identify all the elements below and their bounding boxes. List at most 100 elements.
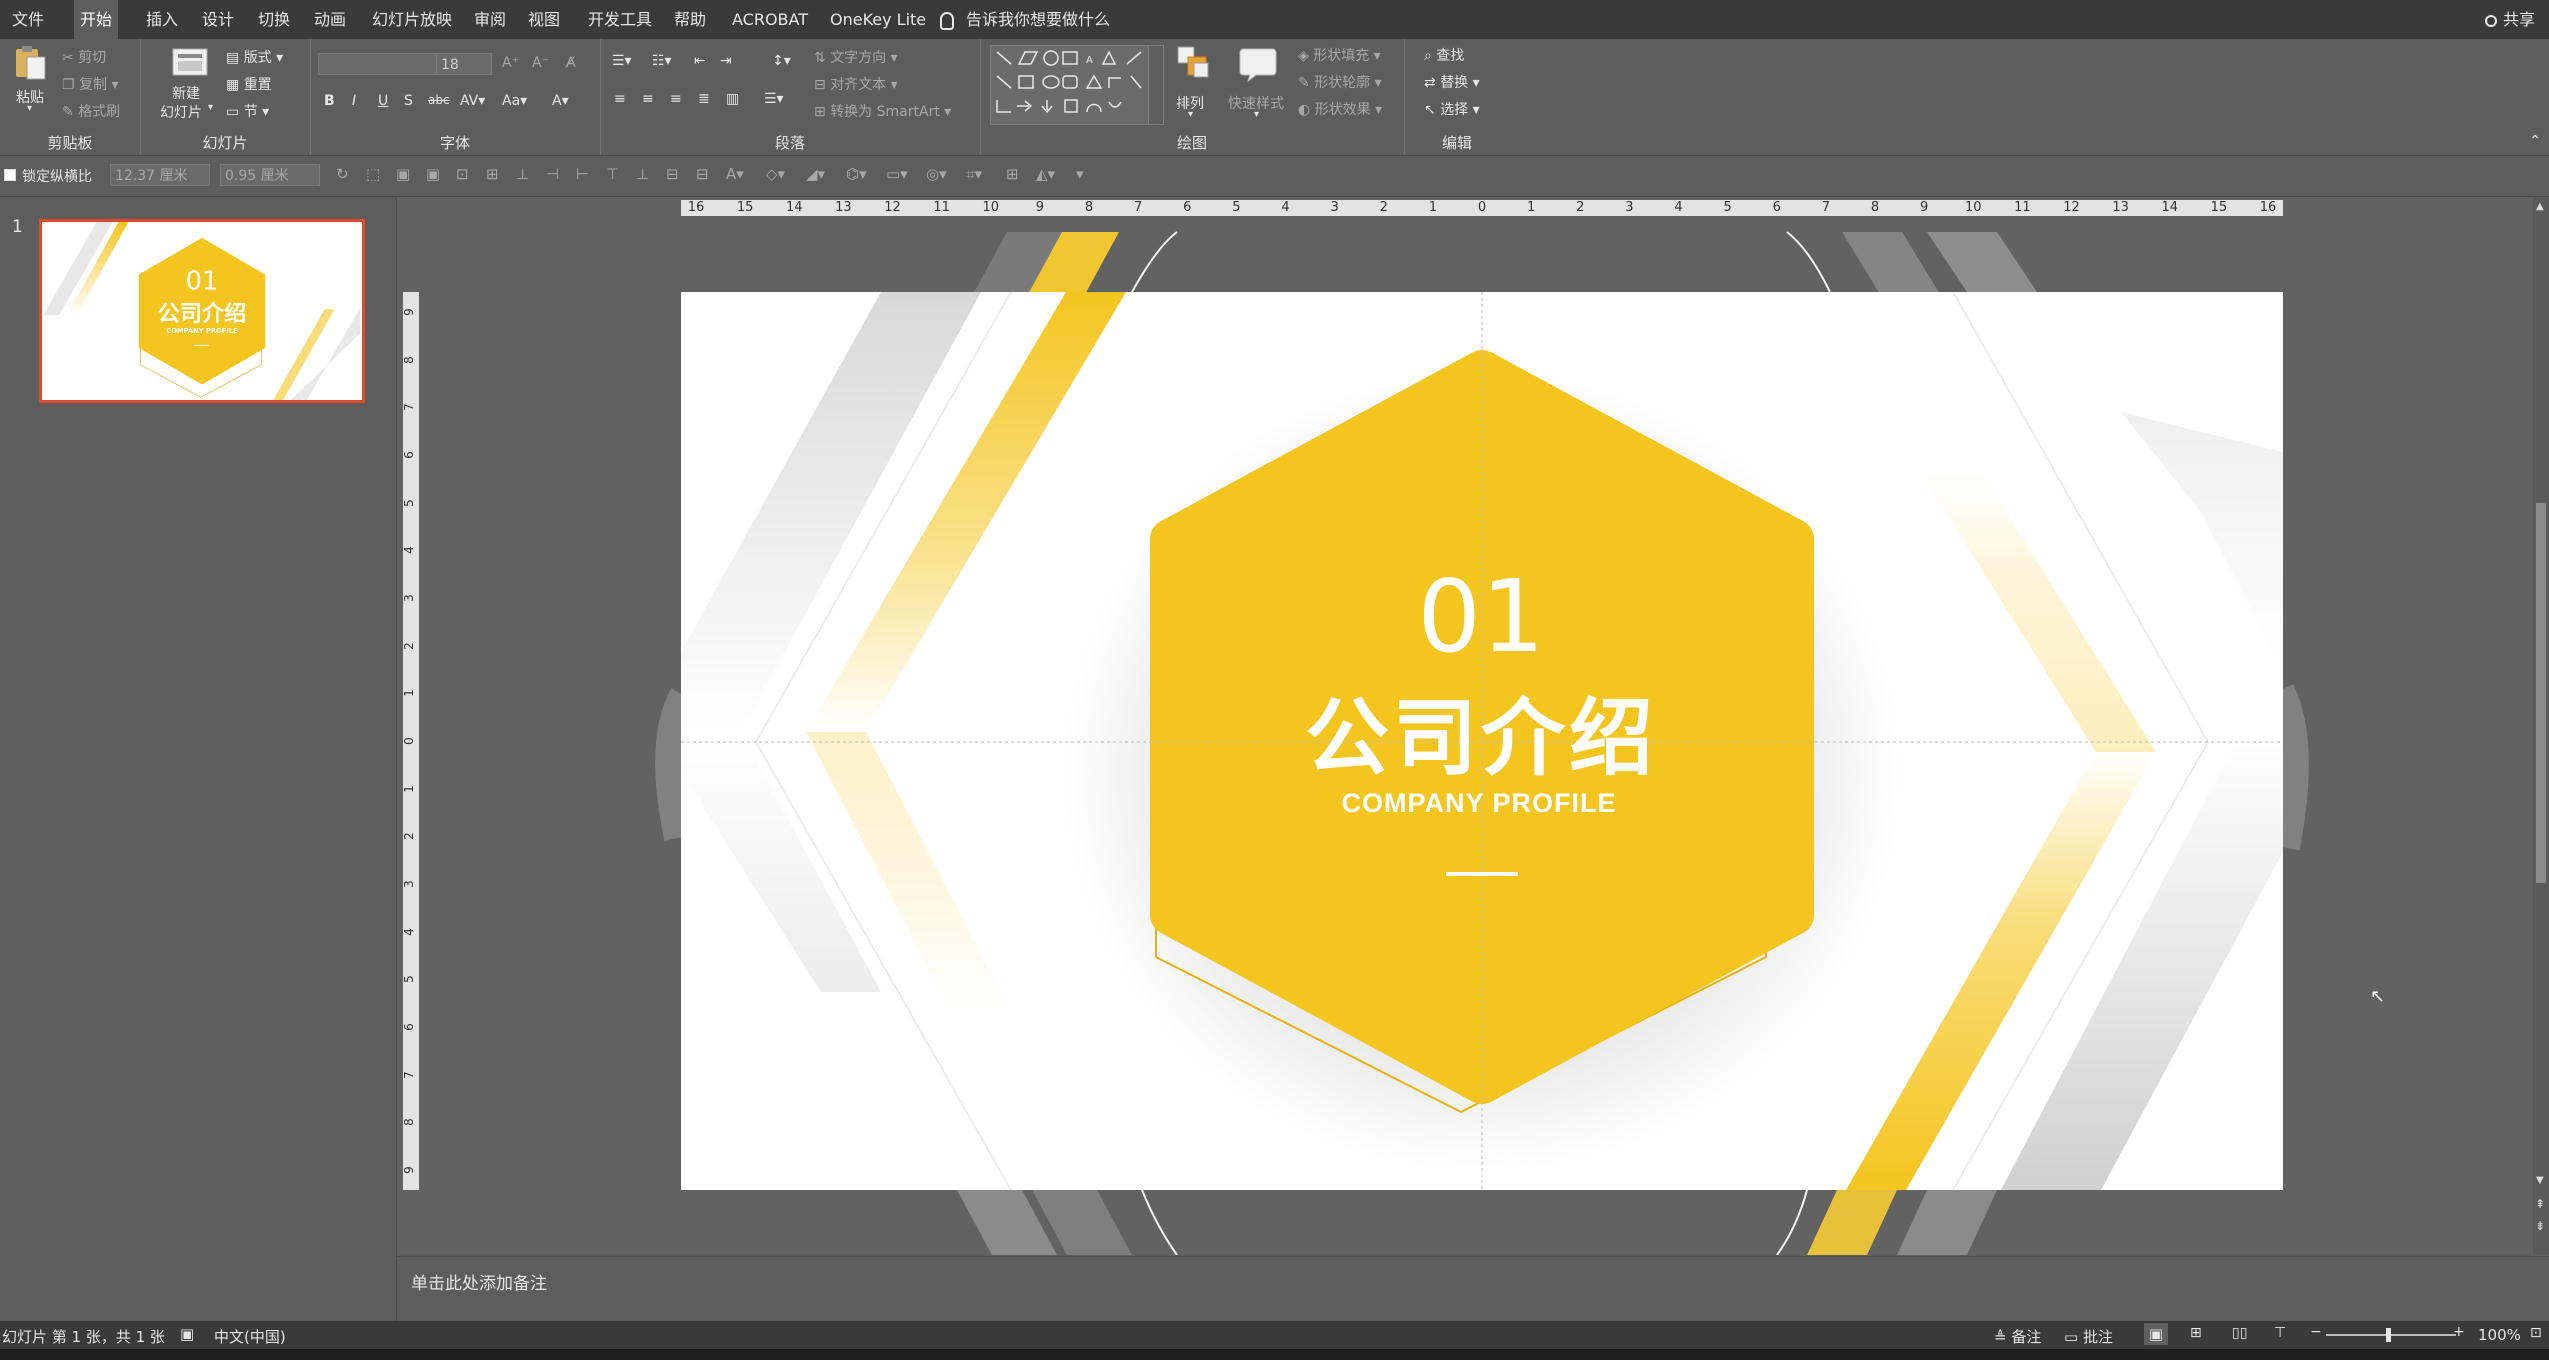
font-size-combo[interactable]: 18 xyxy=(436,53,492,75)
format-tool-icon[interactable]: ⊥ xyxy=(516,165,529,183)
convert-smartart-button[interactable]: ⊞ 转换为 SmartArt ▾ xyxy=(814,101,951,121)
underline-icon[interactable]: U xyxy=(378,93,388,109)
section-button[interactable]: ▭ 节 ▾ xyxy=(226,101,269,121)
slide-editing-canvas[interactable]: 16 15 14 13 12 11 10 9 8 7 6 5 4 3 2 1 0 1 2 3 4 5 6 7 8 9 10 11 12 1… xyxy=(397,197,2533,1255)
char-spacing-icon[interactable]: AV▾ xyxy=(460,93,485,109)
format-painter-button[interactable]: ✎ 格式刷 xyxy=(62,101,120,121)
slide-sorter-icon[interactable]: ⊞ xyxy=(2190,1325,2202,1341)
reset-button[interactable]: ▦ 重置 xyxy=(226,74,272,94)
collapse-ribbon-icon[interactable]: ⌃ xyxy=(2529,133,2541,149)
format-tool-icon[interactable]: ▣ xyxy=(396,165,410,183)
slide-number-text[interactable]: 01 xyxy=(1281,562,1681,672)
format-tool-icon[interactable]: ▭▾ xyxy=(886,165,908,183)
format-tool-icon[interactable]: ⊞ xyxy=(486,165,499,183)
zoom-slider[interactable] xyxy=(2326,1328,2456,1342)
increase-font-icon[interactable]: A⁺ xyxy=(502,55,519,71)
tab-12[interactable]: OneKey Lite xyxy=(824,0,932,39)
text-direction-button[interactable]: ⇅ 文字方向 ▾ xyxy=(814,47,898,67)
format-tool-icon[interactable]: ▾ xyxy=(1076,165,1084,183)
find-button[interactable]: ⌕ 查找 xyxy=(1424,45,1464,65)
shape-effects-button[interactable]: ◐ 形状效果 ▾ xyxy=(1298,99,1382,119)
zoom-slider-thumb[interactable] xyxy=(2386,1328,2391,1342)
format-tool-icon[interactable]: ◇▾ xyxy=(766,165,785,183)
tab-9[interactable]: 开发工具 xyxy=(582,0,658,39)
shape-outline-button[interactable]: ✎ 形状轮廓 ▾ xyxy=(1298,72,1382,92)
format-tool-icon[interactable]: ↻ xyxy=(336,165,349,183)
tab-1[interactable]: 开始 xyxy=(74,0,119,39)
shapes-gallery[interactable]: A xyxy=(990,45,1164,125)
shadow-icon[interactable]: S xyxy=(404,93,413,109)
increase-indent-icon[interactable]: ⇥ xyxy=(720,53,732,69)
spellcheck-icon[interactable]: ▣ xyxy=(180,1325,194,1343)
scroll-thumb[interactable] xyxy=(2536,503,2546,883)
bullets-icon[interactable]: ☰▾ xyxy=(612,53,632,69)
tab-8[interactable]: 视图 xyxy=(522,0,566,39)
format-tool-icon[interactable]: ⬚ xyxy=(366,165,380,183)
format-tool-icon[interactable]: ⌗▾ xyxy=(966,165,982,183)
copy-button[interactable]: ❐ 复制 ▾ xyxy=(62,74,119,94)
notes-placeholder[interactable]: 单击此处添加备注 xyxy=(411,1269,547,1294)
tab-2[interactable]: 插入 xyxy=(140,0,184,39)
format-tool-icon[interactable]: ⊥ xyxy=(636,165,649,183)
tab-5[interactable]: 动画 xyxy=(308,0,352,39)
tab-10[interactable]: 帮助 xyxy=(668,0,712,39)
next-slide-icon[interactable]: ⇟ xyxy=(2535,1219,2545,1233)
format-tool-icon[interactable]: ◢▾ xyxy=(806,165,825,183)
format-tool-icon[interactable]: ⊟ xyxy=(666,165,679,183)
format-tool-icon[interactable]: ◭▾ xyxy=(1036,165,1055,183)
tab-6[interactable]: 幻灯片放映 xyxy=(366,0,458,39)
format-tool-icon[interactable]: A▾ xyxy=(726,165,744,183)
shape-width-input[interactable]: 0.95 厘米 xyxy=(220,164,320,186)
format-tool-icon[interactable]: ⊣ xyxy=(546,165,559,183)
columns-icon[interactable]: ▥ xyxy=(726,91,739,107)
slide-divider-line[interactable] xyxy=(1446,872,1518,876)
shape-fill-button[interactable]: ◈ 形状填充 ▾ xyxy=(1298,45,1381,65)
paste-button[interactable]: 粘贴 ▾ xyxy=(10,45,52,119)
strikethrough-icon[interactable]: abc xyxy=(428,93,450,107)
format-tool-icon[interactable]: ⊡ xyxy=(456,165,469,183)
notes-pane[interactable]: 单击此处添加备注 xyxy=(397,1256,2549,1322)
format-tool-icon[interactable]: ⊤ xyxy=(606,165,619,183)
tab-0[interactable]: 文件 xyxy=(6,0,50,39)
quick-styles-button[interactable]: 快速样式 ▾ xyxy=(1224,45,1294,125)
scroll-down-icon[interactable]: ▼ xyxy=(2536,1175,2544,1186)
new-slide-button[interactable]: 新建 幻灯片 ▾ xyxy=(158,45,224,121)
tab-3[interactable]: 设计 xyxy=(196,0,240,39)
prev-slide-icon[interactable]: ⇞ xyxy=(2535,1197,2545,1211)
shape-height-input[interactable]: 12.37 厘米 xyxy=(110,164,210,186)
zoom-out-icon[interactable]: − xyxy=(2310,1324,2322,1340)
tab-4[interactable]: 切换 xyxy=(252,0,296,39)
lock-aspect-checkbox[interactable] xyxy=(4,169,16,181)
slide-thumbnail[interactable]: 01 公司介绍 COMPANY PROFILE xyxy=(39,219,365,403)
select-button[interactable]: ↖ 选择 ▾ xyxy=(1424,99,1480,119)
format-tool-icon[interactable]: ⊟ xyxy=(696,165,709,183)
arrange-button[interactable]: 排列 ▾ xyxy=(1172,45,1216,125)
clear-format-icon[interactable]: A̸ xyxy=(566,55,576,71)
slide[interactable]: 01 公司介绍 COMPANY PROFILE xyxy=(681,292,2283,1190)
decrease-font-icon[interactable]: A⁻ xyxy=(532,55,549,71)
font-name-combo[interactable] xyxy=(318,53,438,75)
tell-me-box[interactable]: 告诉我你想要做什么 xyxy=(940,0,1110,39)
zoom-in-icon[interactable]: + xyxy=(2453,1324,2465,1340)
scroll-up-icon[interactable]: ▲ xyxy=(2536,201,2544,212)
notes-toggle[interactable]: ≜ 备注 xyxy=(1994,1326,2041,1347)
cut-button[interactable]: ✂ 剪切 xyxy=(62,47,106,67)
vertical-scrollbar[interactable]: ▲ ▼ ⇞ ⇟ xyxy=(2533,197,2549,1255)
align-center-icon[interactable]: ≡ xyxy=(642,91,654,107)
comments-toggle[interactable]: ▭ 批注 xyxy=(2064,1326,2113,1347)
format-tool-icon[interactable]: ⊢ xyxy=(576,165,589,183)
language-text[interactable]: 中文(中国) xyxy=(214,1326,286,1347)
bold-icon[interactable]: B xyxy=(324,93,335,109)
numbering-icon[interactable]: ☷▾ xyxy=(652,53,672,69)
decrease-indent-icon[interactable]: ⇤ xyxy=(694,53,706,69)
align-left-icon[interactable]: ≡ xyxy=(614,91,626,107)
zoom-level[interactable]: 100% xyxy=(2478,1326,2521,1344)
italic-icon[interactable]: I xyxy=(352,93,356,109)
replace-button[interactable]: ⇄ 替换 ▾ xyxy=(1424,72,1480,92)
font-color-icon[interactable]: A▾ xyxy=(552,93,569,109)
align-right-icon[interactable]: ≡ xyxy=(670,91,682,107)
distributed-icon[interactable]: ☰▾ xyxy=(764,91,784,107)
format-tool-icon[interactable]: ⊞ xyxy=(1006,165,1019,183)
fit-slide-icon[interactable]: ⊡ xyxy=(2530,1325,2542,1341)
share-button[interactable]: 共享 xyxy=(2484,0,2535,39)
